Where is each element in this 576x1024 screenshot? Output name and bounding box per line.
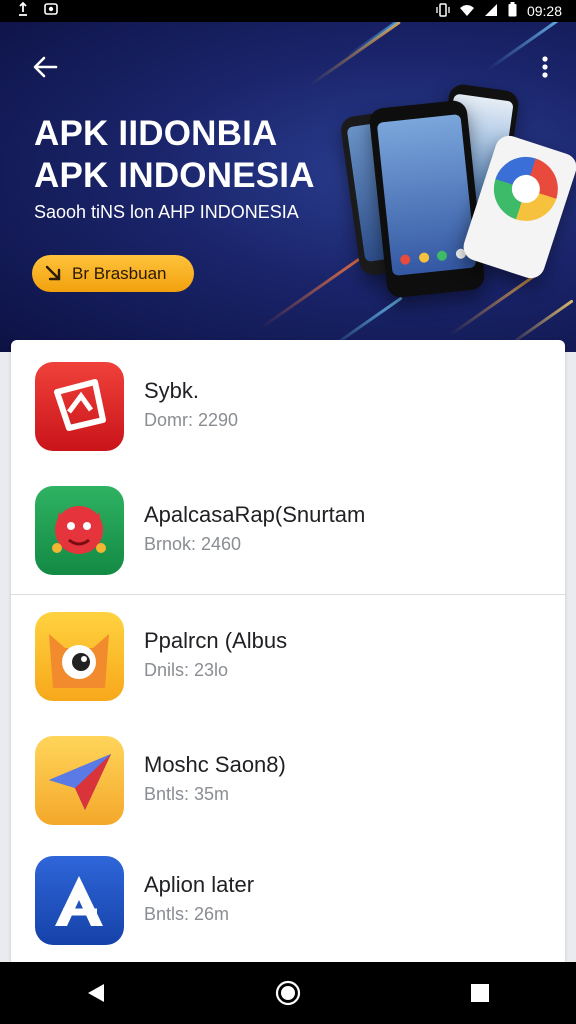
navigation-bar [0, 962, 576, 1024]
signal-icon [484, 3, 498, 20]
vibrate-icon [436, 2, 450, 20]
more-vert-icon [542, 56, 548, 78]
app-meta: Dnils: 23lo [144, 660, 229, 680]
hero-cta-label: Br Brasbuan [72, 263, 167, 283]
nav-recents-button[interactable] [450, 968, 510, 1018]
orange-eye-app-icon [35, 612, 124, 701]
clock-time: 09:28 [526, 3, 562, 19]
app-meta: Bntls: 26m [144, 904, 230, 924]
nav-back-button[interactable] [66, 968, 126, 1018]
more-options-button[interactable] [530, 50, 560, 84]
list-item[interactable]: Aplion later Bntls: 26m [11, 834, 565, 945]
triangle-back-icon [88, 984, 104, 1002]
photo-notification-icon [44, 2, 58, 21]
list-item[interactable]: Sybk. Domr: 2290 [11, 340, 565, 451]
app-meta: Bntls: 35m [144, 784, 230, 804]
hero-title-line2: APK INDONESIA [34, 156, 315, 195]
wifi-icon [459, 3, 474, 20]
app-name: Moshc Saon8) [144, 752, 286, 777]
app-name: ApalcasaRap(Snurtam [144, 502, 366, 527]
list-item[interactable]: ApalcasaRap(Snurtam Brnok: 2460 [11, 464, 565, 575]
hero-banner: APK IIDONBIA APK INDONESIA Saooh tiNS lo… [0, 22, 576, 352]
download-arrow-icon [45, 265, 61, 280]
blue-a-app-icon [35, 856, 124, 945]
paper-plane-app-icon [35, 736, 124, 825]
list-item[interactable]: Ppalrcn (Albus Dnils: 23lo [11, 590, 565, 701]
app-meta: Domr: 2290 [144, 410, 239, 430]
app-name: Sybk. [144, 378, 200, 403]
app-name: Ppalrcn (Albus [144, 628, 288, 653]
app-list: Sybk. Domr: 2290 ApalcasaRap(Snurtam Brn… [11, 340, 565, 980]
green-monster-app-icon [35, 486, 124, 575]
circle-home-icon [275, 980, 301, 1006]
hero-cta-button[interactable]: Br Brasbuan [32, 255, 194, 292]
hero-title-line1: APK IIDONBIA [34, 114, 278, 153]
app-meta: Brnok: 2460 [144, 534, 242, 554]
app-name: Aplion later [144, 872, 255, 897]
square-recents-icon [471, 984, 489, 1002]
hero-subtitle: Saooh tiNS lon AHP INDONESIA [34, 202, 299, 222]
usb-icon [16, 1, 30, 21]
battery-icon [508, 2, 517, 20]
status-bar: 09:28 [0, 0, 576, 22]
red-app-icon [35, 362, 124, 451]
arrow-left-icon [33, 56, 58, 78]
list-item[interactable]: Moshc Saon8) Bntls: 35m [11, 714, 565, 825]
nav-home-button[interactable] [258, 968, 318, 1018]
back-button[interactable] [28, 50, 62, 84]
